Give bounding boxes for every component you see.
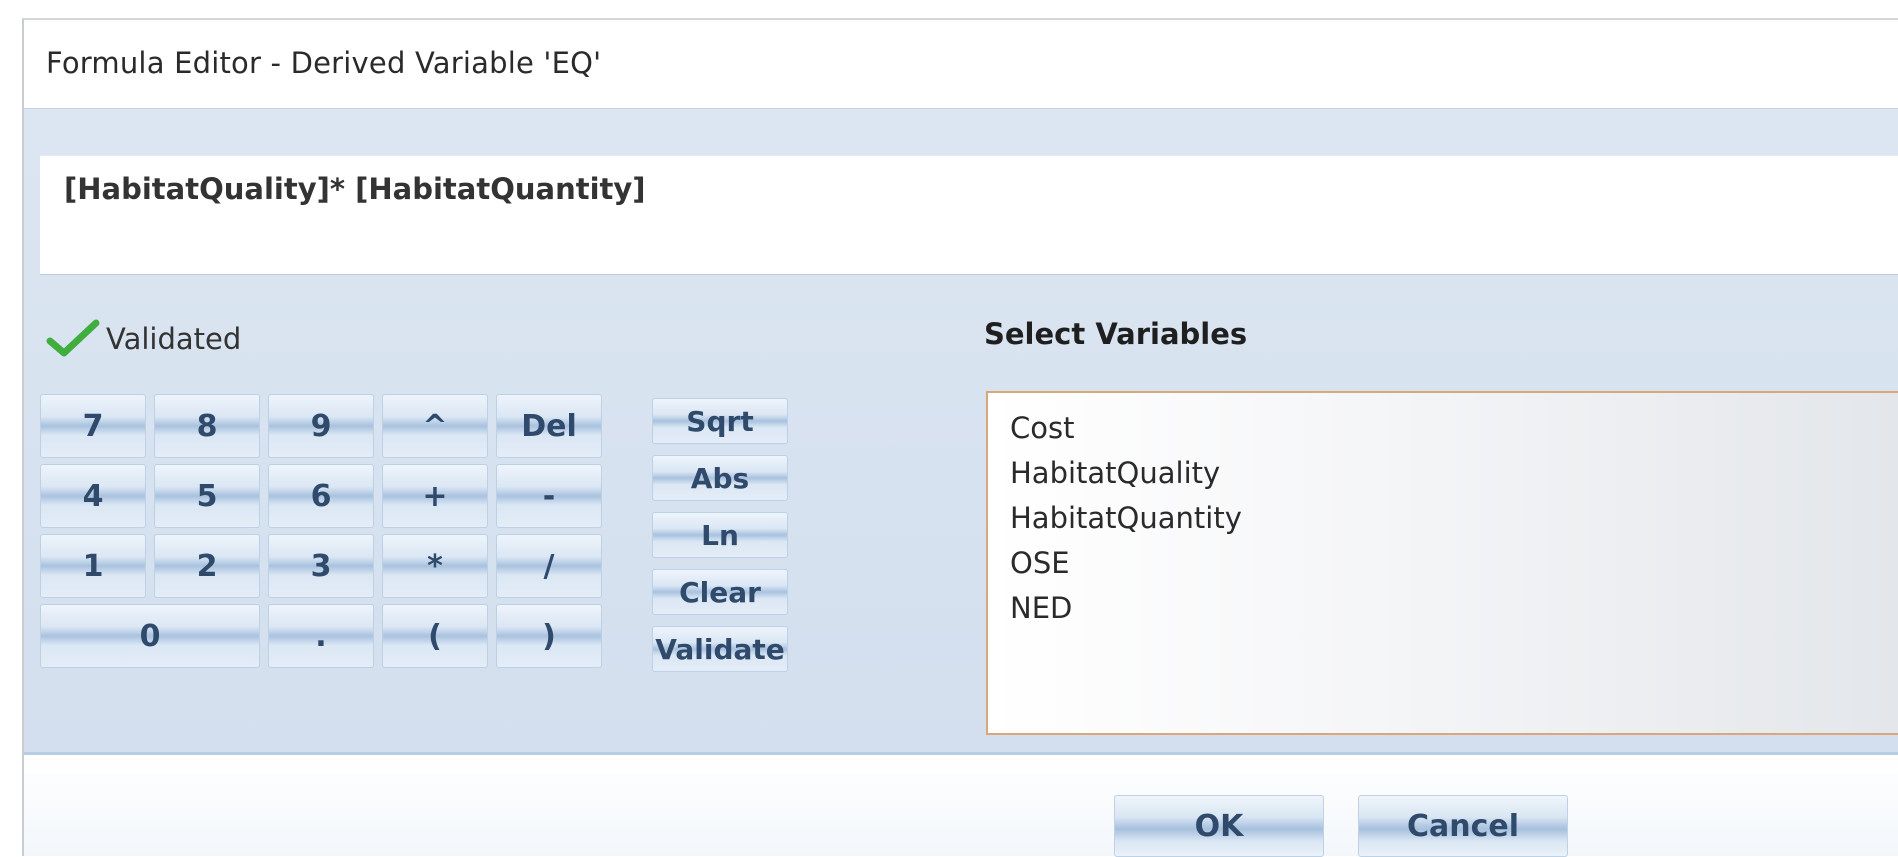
status-label: Validated [106,322,242,356]
variables-list[interactable]: Cost HabitatQuality HabitatQuantity OSE … [986,391,1898,735]
key-2[interactable]: 2 [154,534,260,598]
abs-button[interactable]: Abs [652,455,788,501]
select-variables-heading: Select Variables [984,317,1248,351]
key-open-paren[interactable]: ( [382,604,488,668]
key-multiply[interactable]: * [382,534,488,598]
key-6[interactable]: 6 [268,464,374,528]
key-power[interactable]: ^ [382,394,488,458]
window-title: Formula Editor - Derived Variable 'EQ' [46,46,602,80]
key-0[interactable]: 0 [40,604,260,668]
title-bar: Formula Editor - Derived Variable 'EQ' [24,20,1898,109]
cancel-button[interactable]: Cancel [1358,795,1568,857]
key-4[interactable]: 4 [40,464,146,528]
variable-item-habitatquantity[interactable]: HabitatQuantity [1010,501,1242,535]
key-minus[interactable]: - [496,464,602,528]
key-1[interactable]: 1 [40,534,146,598]
key-3[interactable]: 3 [268,534,374,598]
dialog-footer: OK Cancel [24,752,1898,857]
key-5[interactable]: 5 [154,464,260,528]
validate-button[interactable]: Validate [652,626,788,672]
clear-button[interactable]: Clear [652,569,788,615]
formula-input[interactable]: [HabitatQuality]* [HabitatQuantity] [40,155,1898,275]
key-close-paren[interactable]: ) [496,604,602,668]
keypad: 7 8 9 ^ Del 4 5 6 + - 1 2 3 * / 0 . ( ) [40,394,742,739]
key-del[interactable]: Del [496,394,602,458]
key-plus[interactable]: + [382,464,488,528]
variable-item-habitatquality[interactable]: HabitatQuality [1010,456,1220,490]
ln-button[interactable]: Ln [652,512,788,558]
variable-item-cost[interactable]: Cost [1010,411,1074,445]
checkmark-icon [46,317,100,361]
variable-item-ned[interactable]: NED [1010,591,1072,625]
key-divide[interactable]: / [496,534,602,598]
sqrt-button[interactable]: Sqrt [652,398,788,444]
key-9[interactable]: 9 [268,394,374,458]
variable-item-ose[interactable]: OSE [1010,546,1070,580]
validation-status: Validated [46,317,241,361]
formula-editor-dialog: Formula Editor - Derived Variable 'EQ' [… [22,18,1898,857]
ok-button[interactable]: OK [1114,795,1324,857]
key-8[interactable]: 8 [154,394,260,458]
key-7[interactable]: 7 [40,394,146,458]
editor-body: [HabitatQuality]* [HabitatQuantity] Vali… [24,109,1898,752]
formula-text[interactable]: [HabitatQuality]* [HabitatQuantity] [64,172,646,206]
key-decimal[interactable]: . [268,604,374,668]
